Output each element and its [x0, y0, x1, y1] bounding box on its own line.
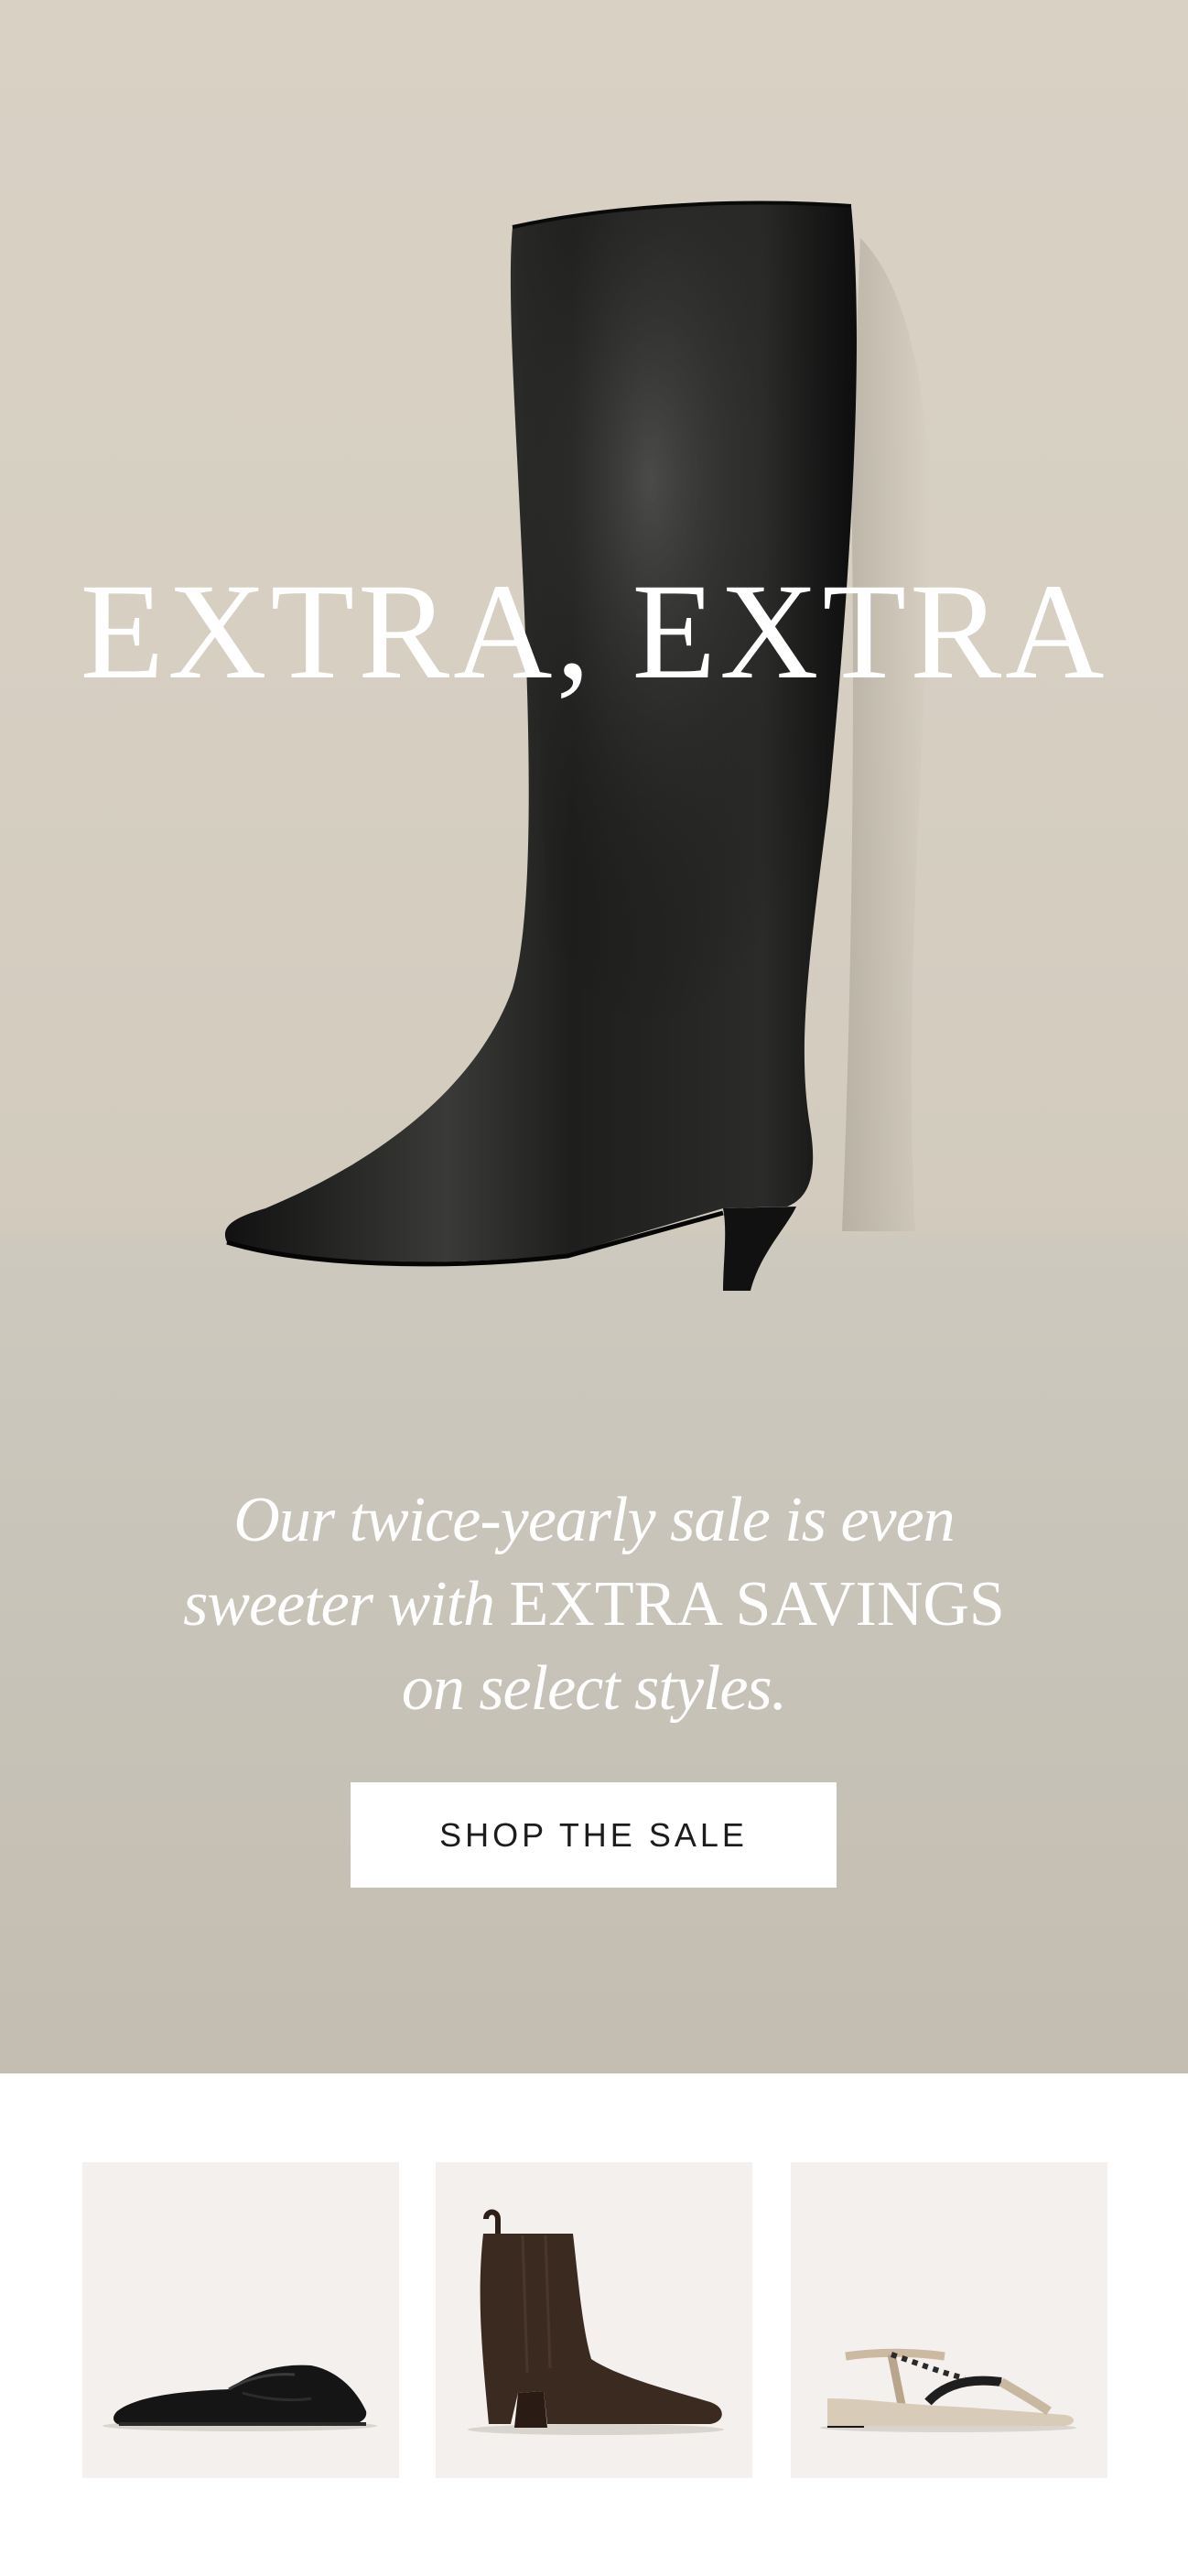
ankle-boot-image: [468, 2209, 724, 2435]
hero-copy-line2-caps: EXTRA SAVINGS: [509, 1569, 1005, 1640]
hero-headline: EXTRA, EXTRA: [80, 556, 1108, 708]
hero-banner[interactable]: EXTRA, EXTRA Our twice-yearly sale is ev…: [0, 0, 1188, 2073]
hero-copy: Our twice-yearly sale is even sweeter wi…: [0, 1478, 1188, 1731]
email-page: EXTRA, EXTRA Our twice-yearly sale is ev…: [0, 0, 1188, 2576]
product-tile-sandal[interactable]: [791, 2162, 1107, 2478]
sandal-image: [820, 2348, 1076, 2432]
hero-copy-line2-italic: sweeter with: [183, 1569, 495, 1640]
hero-copy-line1: Our twice-yearly sale is even: [233, 1485, 955, 1555]
product-tile-loafer[interactable]: [82, 2162, 399, 2478]
shop-the-sale-button[interactable]: SHOP THE SALE: [351, 1782, 837, 1888]
hero-copy-line3: on select styles.: [401, 1653, 787, 1724]
product-tile-ankle-boot[interactable]: [436, 2162, 752, 2478]
loafer-image: [103, 2365, 377, 2431]
